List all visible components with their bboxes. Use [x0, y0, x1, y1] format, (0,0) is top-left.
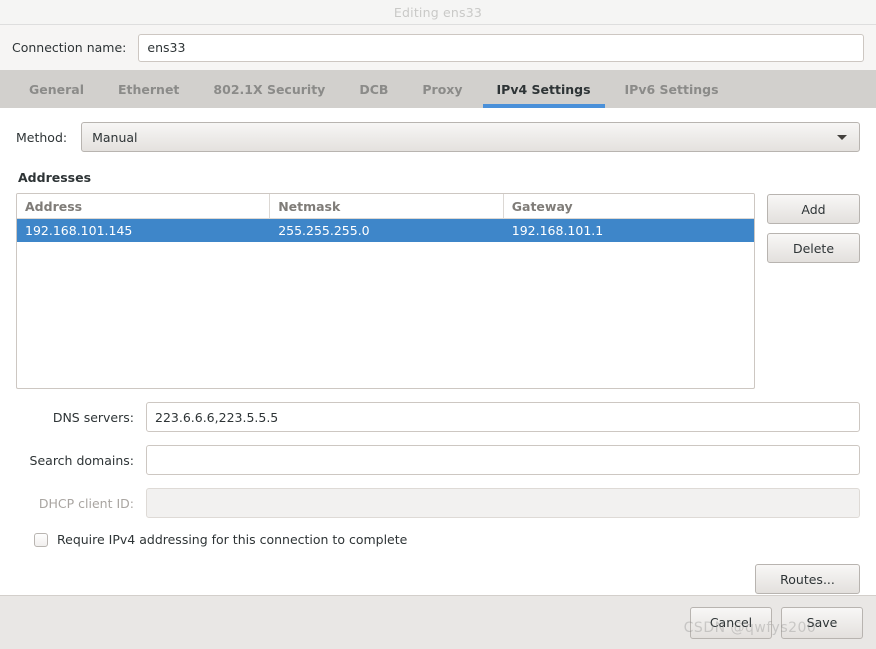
window-title: Editing ens33	[393, 4, 483, 20]
method-select[interactable]: Manual	[81, 122, 860, 152]
tab-dcb[interactable]: DCB	[342, 70, 405, 108]
save-button[interactable]: Save	[781, 606, 863, 639]
column-header-address[interactable]: Address	[17, 194, 271, 218]
addresses-table[interactable]: Address Netmask Gateway 192.168.101.145 …	[16, 193, 755, 389]
delete-address-button[interactable]: Delete	[767, 233, 860, 263]
tab-general[interactable]: General	[12, 70, 101, 108]
tab-ipv4-settings[interactable]: IPv4 Settings	[480, 70, 608, 108]
ipv4-settings-panel: Method: Manual Addresses Address Netmask…	[0, 108, 876, 595]
editing-connection-dialog: Editing ens33 Connection name: ens33 Gen…	[0, 0, 876, 649]
dialog-footer: Cancel Save	[0, 595, 876, 649]
tab-bar: General Ethernet 802.1X Security DCB Pro…	[0, 70, 876, 108]
search-domains-label: Search domains:	[29, 452, 134, 468]
addresses-area: Address Netmask Gateway 192.168.101.145 …	[16, 193, 860, 389]
connection-name-input[interactable]: ens33	[138, 33, 864, 62]
require-ipv4-checkbox[interactable]	[34, 532, 48, 547]
method-row: Method: Manual	[16, 122, 860, 152]
require-ipv4-label[interactable]: Require IPv4 addressing for this connect…	[57, 532, 407, 547]
dhcp-client-id-row: DHCP client ID:	[16, 488, 860, 518]
addresses-heading: Addresses	[18, 170, 92, 185]
title-bar: Editing ens33	[0, 0, 876, 25]
addresses-table-header: Address Netmask Gateway	[17, 194, 754, 219]
addresses-buttons: Add Delete	[767, 193, 860, 263]
method-label: Method:	[16, 129, 68, 145]
cell-address[interactable]: 192.168.101.145	[17, 223, 270, 238]
chevron-down-icon	[837, 134, 847, 140]
tab-ethernet[interactable]: Ethernet	[101, 70, 196, 108]
dhcp-client-id-input	[146, 488, 860, 518]
dns-servers-input[interactable]: 223.6.6.6,223.5.5.5	[146, 402, 860, 432]
cancel-button[interactable]: Cancel	[690, 606, 772, 639]
dhcp-client-id-label: DHCP client ID:	[38, 495, 134, 511]
routes-button[interactable]: Routes...	[755, 564, 860, 594]
connection-name-row: Connection name: ens33	[0, 25, 876, 70]
add-address-button[interactable]: Add	[767, 194, 860, 224]
dns-servers-label: DNS servers:	[52, 409, 134, 425]
cell-gateway[interactable]: 192.168.101.1	[504, 223, 754, 238]
require-ipv4-row: Require IPv4 addressing for this connect…	[16, 532, 860, 547]
search-domains-input[interactable]	[146, 445, 860, 475]
method-selected-value: Manual	[92, 129, 138, 145]
routes-row: Routes...	[16, 564, 860, 594]
column-header-gateway[interactable]: Gateway	[504, 194, 754, 218]
tab-proxy[interactable]: Proxy	[405, 70, 479, 108]
dns-servers-row: DNS servers: 223.6.6.6,223.5.5.5	[16, 402, 860, 432]
connection-name-label: Connection name:	[12, 40, 127, 55]
cell-netmask[interactable]: 255.255.255.0	[270, 223, 504, 238]
tab-ipv6-settings[interactable]: IPv6 Settings	[608, 70, 736, 108]
tab-8021x-security[interactable]: 802.1X Security	[196, 70, 342, 108]
column-header-netmask[interactable]: Netmask	[270, 194, 504, 218]
table-row[interactable]: 192.168.101.145 255.255.255.0 192.168.10…	[17, 219, 754, 242]
search-domains-row: Search domains:	[16, 445, 860, 475]
